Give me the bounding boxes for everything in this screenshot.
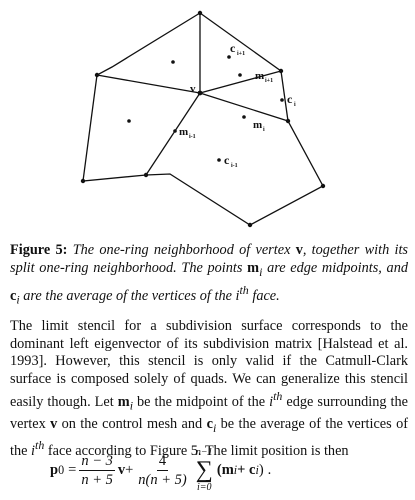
face-center-dot: [227, 55, 231, 59]
face-center-dot: [280, 98, 284, 102]
body-text-4: on the control mesh and: [61, 415, 203, 432]
body-paragraph: The limit stencil for a subdivision surf…: [10, 318, 408, 460]
caption-text-4: are the average of the vertices of the: [23, 287, 232, 304]
face-center-dot: [171, 60, 175, 64]
eq-fraction-2: 4 n(n + 5): [136, 453, 188, 488]
vertex-dot: [320, 183, 326, 189]
eq-frac2-den: n(n + 5): [138, 471, 187, 488]
vertex-dot: [285, 118, 291, 124]
caption-text-3: are edge midpoints, and: [267, 260, 408, 276]
equation-row: p0 = n − 3 n + 5 v + 4 n(n + 5) n−1 ∑ i=…: [50, 444, 271, 496]
label-c-prev: c: [224, 153, 230, 167]
eq-frac2-num: 4: [156, 452, 169, 471]
eq-lhs: p: [50, 461, 59, 478]
label-v: v: [190, 83, 196, 95]
one-ring-diagram: c i+1 m i+1 c i m i m i-1 c i-1 v: [80, 10, 326, 228]
figure-5: c i+1 m i+1 c i m i m i-1 c i-1 v: [0, 0, 415, 232]
label-m-i-sub: i: [263, 127, 265, 133]
midpoint-dot: [238, 73, 242, 77]
mesh-edges: [82, 12, 324, 226]
eq-sum-symbol: ∑: [195, 457, 213, 483]
caption-text-1: The one-ring neighborhood of vertex: [72, 242, 291, 258]
eq-frac1-num: n − 3: [79, 452, 115, 471]
caption-m: m: [247, 260, 260, 276]
eq-lhs-sub: 0: [58, 462, 65, 477]
eq-term-close: ): [258, 461, 264, 478]
eq-term: (m: [216, 461, 234, 478]
eq-fraction-1: n − 3 n + 5: [79, 453, 115, 488]
label-c-next: c: [230, 41, 236, 55]
face-center-dot: [217, 158, 221, 162]
label-m-prev: m: [179, 126, 188, 138]
eq-v: v: [117, 461, 126, 478]
limit-position-equation: p0 = n − 3 n + 5 v + 4 n(n + 5) n−1 ∑ i=…: [50, 444, 370, 496]
caption-text-5: face.: [252, 287, 280, 304]
label-c-prev-sub: i-1: [231, 163, 238, 169]
vertex-dot: [247, 222, 253, 228]
label-m-i: m: [253, 119, 262, 131]
caption-th: th: [239, 282, 249, 297]
caption-sub-i: i: [16, 292, 20, 307]
spoke-upleft: [96, 74, 201, 94]
body-text-2: be the midpoint of the: [137, 394, 266, 411]
center-vertex-v: [197, 90, 203, 96]
caption-v: v: [295, 242, 303, 258]
eq-period: .: [267, 461, 272, 478]
body-m: m: [117, 394, 130, 411]
label-c-next-sub: i+1: [237, 51, 245, 57]
eq-summation: n−1 ∑ i=0: [196, 447, 213, 493]
caption-sub-i: i: [259, 264, 263, 279]
vertex-dot: [94, 72, 100, 78]
body-v: v: [50, 415, 58, 432]
body-sub-i: i: [129, 399, 133, 413]
eq-plus: +: [125, 461, 134, 478]
caption-label: Figure 5:: [10, 242, 68, 258]
vertex-dot: [278, 68, 284, 74]
eq-frac1-den: n + 5: [81, 471, 113, 488]
label-m-next: m: [255, 70, 264, 82]
vertex-dot: [80, 178, 86, 184]
midpoint-dot: [173, 129, 177, 133]
eq-term-plus: + c: [237, 461, 256, 478]
label-c-i-sub: i: [294, 102, 296, 108]
body-th: th: [273, 389, 283, 404]
vertex-dot: [143, 172, 149, 178]
eq-equals: =: [68, 461, 77, 478]
outer-boundary: [82, 12, 324, 226]
label-m-next-sub: i+1: [265, 78, 273, 84]
face-center-dot: [127, 119, 131, 123]
label-m-prev-sub: i-1: [189, 134, 196, 140]
figure-caption: Figure 5: The one-ring neighborhood of v…: [10, 241, 408, 308]
eq-sum-lower: i=0: [197, 482, 212, 493]
vertex-dot: [197, 10, 203, 16]
midpoint-dot: [242, 115, 246, 119]
body-th: th: [35, 438, 45, 453]
body-sub-i: i: [212, 420, 217, 435]
label-c-i: c: [287, 92, 293, 106]
